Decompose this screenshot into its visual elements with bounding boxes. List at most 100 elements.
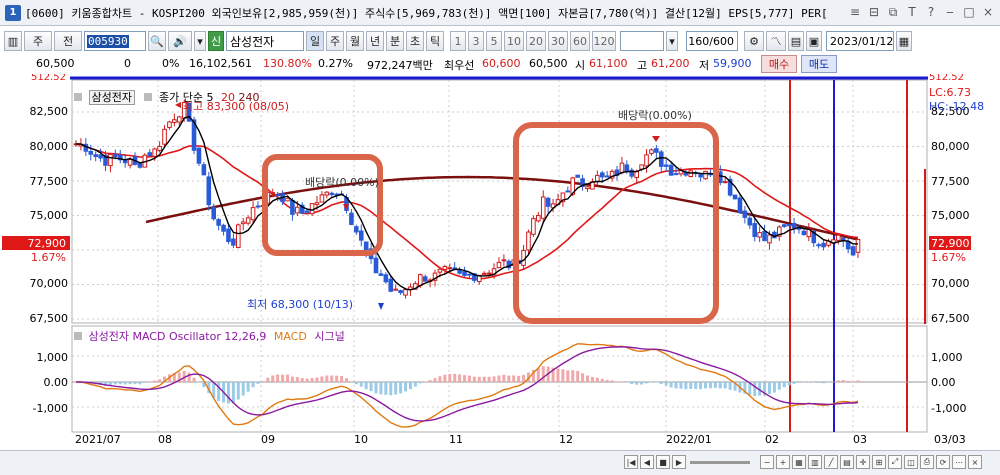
oscillator-bar [187, 372, 191, 382]
tools-icon[interactable]: ⚙ [744, 31, 764, 51]
chart-type-icon[interactable]: 〽 [766, 31, 786, 51]
interval-minute[interactable]: 분 [386, 31, 404, 51]
y-tick-left: 75,000 [30, 209, 69, 222]
credit-badge[interactable]: 신 [208, 31, 224, 51]
unit-custom-input[interactable] [620, 31, 664, 51]
oscillator-bar [590, 376, 594, 382]
scroll-first-icon[interactable]: |◀ [624, 455, 638, 469]
oscillator-bar [290, 376, 294, 382]
settings-icon[interactable]: ▤ [788, 31, 804, 51]
search-icon[interactable]: 🔍 [148, 31, 166, 51]
macd-legend: 삼성전자 MACD Oscillator 12,26,9 MACD 시그널 [74, 328, 345, 344]
oscillator-bar [664, 382, 668, 386]
refresh-icon[interactable]: ⟳ [936, 455, 950, 469]
interval-second[interactable]: 초 [406, 31, 424, 51]
unit-3[interactable]: 3 [468, 31, 484, 51]
low-price: 59,900 [713, 57, 752, 70]
candle-body [221, 224, 226, 232]
oscillator-bar [148, 381, 152, 383]
stock-code-input[interactable]: 005930 [84, 31, 146, 51]
crosshair-icon[interactable]: ✛ [856, 455, 870, 469]
calendar-icon[interactable]: ▦ [896, 31, 912, 51]
candle-body [752, 223, 758, 237]
volume-ratio: 130.80% [263, 57, 312, 70]
candle-view-icon[interactable]: ▥ [808, 455, 822, 469]
oscillator-bar [340, 376, 344, 382]
text-icon[interactable]: T [904, 4, 920, 20]
unit-120[interactable]: 120 [592, 31, 616, 51]
candle-body [501, 259, 507, 262]
close-icon[interactable]: × [980, 4, 996, 20]
sound-icon[interactable]: 🔊 [168, 31, 192, 51]
candle-body [354, 226, 359, 233]
close-panel-icon[interactable]: × [968, 455, 982, 469]
scroll-next-icon[interactable]: ▶ [672, 455, 686, 469]
lock-icon[interactable]: ▥ [4, 31, 22, 51]
oscillator-bar [246, 382, 250, 392]
menu-icon[interactable]: ≡ [847, 4, 863, 20]
sell-button[interactable]: 매도 [801, 55, 837, 73]
oscillator-bar [108, 382, 112, 385]
date-input[interactable]: 2023/01/12 [826, 31, 894, 51]
x-tick: 12 [559, 433, 573, 446]
maximize-icon[interactable]: □ [961, 4, 977, 20]
save-icon[interactable]: ▣ [806, 31, 822, 51]
zoom-out-icon[interactable]: − [760, 455, 774, 469]
oscillator-bar [625, 382, 629, 383]
period-type-select[interactable]: 주 [24, 31, 52, 51]
view-icon[interactable]: ▦ [792, 455, 806, 469]
candle-body [781, 224, 787, 227]
unit-dropdown-icon[interactable]: ▾ [666, 31, 678, 51]
interval-year[interactable]: 년 [366, 31, 384, 51]
zoom-in-icon[interactable]: + [776, 455, 790, 469]
candle-body [663, 164, 669, 167]
chart-svg[interactable]: 82,500 80,000 77,500 75,000 70,000 67,50… [0, 72, 1000, 475]
oscillator-bar [556, 368, 560, 382]
chart-area[interactable]: 82,500 80,000 77,500 75,000 70,000 67,50… [0, 72, 1000, 475]
unit-10[interactable]: 10 [504, 31, 524, 51]
zoom-slider[interactable] [690, 461, 750, 464]
line-view-icon[interactable]: ╱ [824, 455, 838, 469]
unit-30[interactable]: 30 [548, 31, 568, 51]
oscillator-bar [374, 382, 378, 394]
unit-5[interactable]: 5 [486, 31, 502, 51]
stock-name-field[interactable]: 삼성전자 [226, 31, 304, 51]
oscillator-bar [836, 380, 840, 382]
interval-month[interactable]: 월 [346, 31, 364, 51]
stop-icon[interactable]: ■ [656, 455, 670, 469]
unit-1[interactable]: 1 [450, 31, 466, 51]
split-icon[interactable]: ◫ [904, 455, 918, 469]
buy-button[interactable]: 매수 [761, 55, 797, 73]
interval-week[interactable]: 주 [326, 31, 344, 51]
unit-20[interactable]: 20 [526, 31, 546, 51]
oscillator-bar [418, 382, 422, 384]
x-tick-right: 03/03 [934, 433, 966, 446]
stock-tag[interactable]: 삼성전자 [88, 90, 135, 105]
y-tick-right: 80,000 [931, 140, 970, 153]
fit-icon[interactable]: ⤢ [888, 455, 902, 469]
minimize-icon[interactable]: ‒ [942, 4, 958, 20]
bar-view-icon[interactable]: ▤ [840, 455, 854, 469]
interval-day[interactable]: 일 [306, 31, 324, 51]
low-marker-label: 최저 68,300 (10/13) [247, 298, 353, 311]
oscillator-bar [566, 370, 570, 382]
candle-body [98, 154, 103, 159]
dropdown-icon[interactable]: ▾ [194, 31, 206, 51]
candle-body [236, 224, 241, 248]
candle-body [698, 174, 703, 178]
more-icon[interactable]: ⋯ [952, 455, 966, 469]
x-tick: 03 [853, 433, 867, 446]
layout-icon[interactable]: ⊟ [866, 4, 882, 20]
y-tick-right: 75,000 [931, 209, 970, 222]
legend-icon [74, 93, 82, 101]
display-count-input[interactable]: 160/600 [686, 31, 738, 51]
help-icon[interactable]: ? [923, 4, 939, 20]
unit-60[interactable]: 60 [570, 31, 590, 51]
print-icon[interactable]: ⎙ [920, 455, 934, 469]
best-bid-label: 최우선 [444, 59, 475, 72]
interval-tick[interactable]: 틱 [426, 31, 444, 51]
tile-icon[interactable]: ⧉ [885, 4, 901, 20]
grid-icon[interactable]: ⊞ [872, 455, 886, 469]
period-all-select[interactable]: 전 [54, 31, 82, 51]
scroll-prev-icon[interactable]: ◀ [640, 455, 654, 469]
